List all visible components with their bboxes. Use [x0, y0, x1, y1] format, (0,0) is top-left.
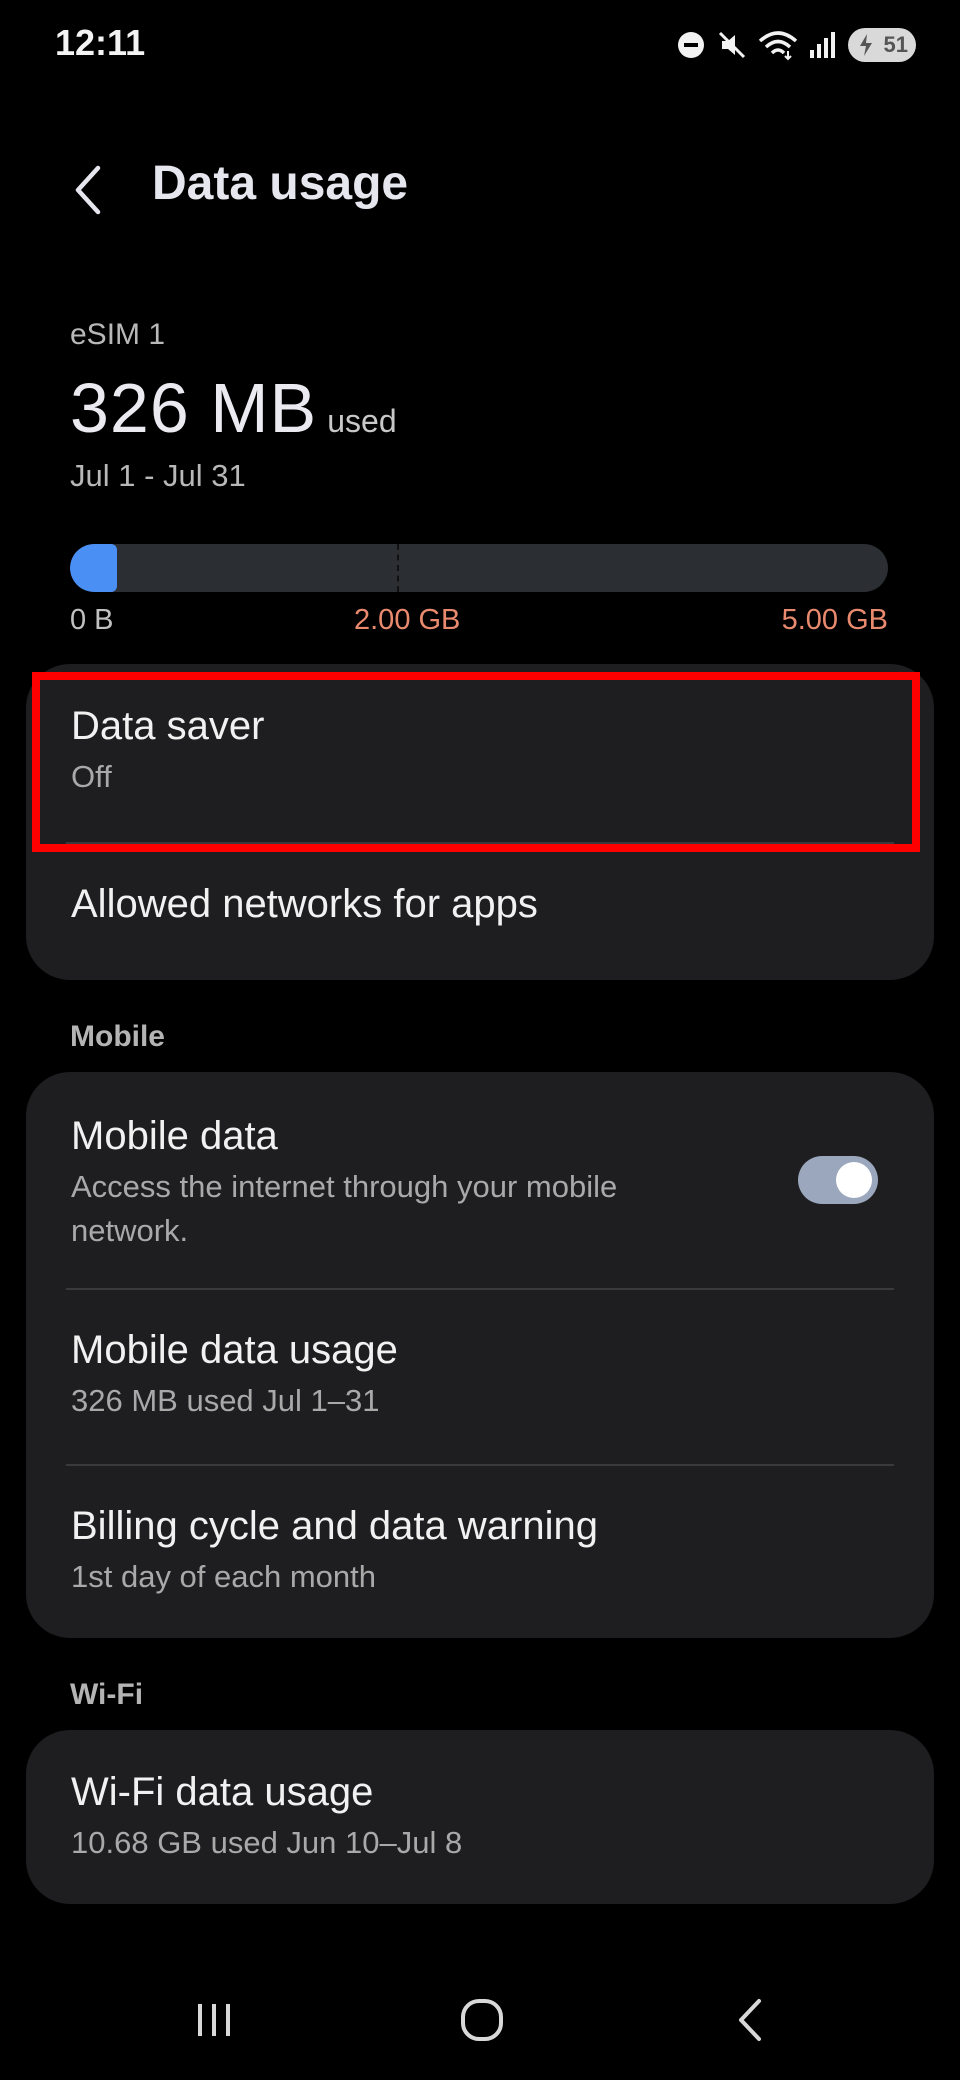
signal-icon [808, 30, 838, 60]
usage-progress-bar [70, 544, 888, 592]
back-icon [739, 1999, 761, 2041]
billing-period: Jul 1 - Jul 31 [70, 458, 246, 493]
app-header: Data usage [0, 140, 960, 240]
navigation-bar [0, 1960, 960, 2080]
status-bar: 12:11 51 [0, 0, 960, 90]
mobile-data-usage-subtitle: 326 MB used Jul 1–31 [71, 1383, 380, 1418]
used-row: 326 MB used [70, 368, 900, 448]
sim-label: eSIM 1 [70, 318, 166, 351]
allowed-networks-title: Allowed networks for apps [71, 882, 538, 926]
back-button[interactable] [62, 160, 112, 220]
page-title: Data usage [152, 157, 409, 210]
billing-cycle-subtitle: 1st day of each month [71, 1559, 377, 1594]
wifi-card: Wi-Fi data usage 10.68 GB used Jun 10–Ju… [26, 1730, 934, 1904]
status-time: 12:11 [55, 22, 146, 63]
used-suffix: used [327, 403, 397, 439]
allowed-networks-row[interactable]: Allowed networks for apps [26, 844, 934, 980]
wifi-data-usage-title: Wi-Fi data usage [71, 1770, 374, 1814]
recent-apps-icon [198, 2004, 230, 2036]
wifi-data-usage-row[interactable]: Wi-Fi data usage 10.68 GB used Jun 10–Ju… [26, 1730, 934, 1904]
mobile-card: Mobile data Access the internet through … [26, 1072, 934, 1638]
billing-cycle-row[interactable]: Billing cycle and data warning 1st day o… [26, 1466, 934, 1638]
data-saver-status: Off [71, 759, 112, 794]
recent-apps-button[interactable] [174, 1980, 254, 2060]
used-amount: 326 MB [70, 369, 318, 447]
usage-summary: eSIM 1 326 MB used Jul 1 - Jul 31 [70, 318, 900, 494]
data-saver-card: Data saver Off Allowed networks for apps [26, 664, 934, 980]
wifi-icon [758, 29, 798, 61]
data-saver-row[interactable]: Data saver Off [26, 664, 934, 844]
mobile-data-usage-row[interactable]: Mobile data usage 326 MB used Jul 1–31 [26, 1290, 934, 1466]
bar-label-min: 0 B [70, 604, 114, 636]
usage-bar-labels: 0 B 2.00 GB 5.00 GB [70, 604, 888, 644]
bar-label-warning: 2.00 GB [354, 604, 461, 636]
chevron-left-icon [75, 165, 101, 215]
mobile-data-row[interactable]: Mobile data Access the internet through … [26, 1072, 934, 1290]
home-icon [461, 1999, 503, 2041]
battery-icon: 51 [848, 28, 916, 62]
home-button[interactable] [442, 1980, 522, 2060]
do-not-disturb-icon [676, 30, 706, 60]
section-label-wifi: Wi-Fi [70, 1678, 144, 1711]
charging-bolt-icon [858, 34, 874, 56]
mobile-data-title: Mobile data [71, 1114, 278, 1158]
warning-limit-marker [397, 544, 400, 592]
wifi-data-usage-subtitle: 10.68 GB used Jun 10–Jul 8 [71, 1825, 463, 1860]
toggle-knob [836, 1162, 872, 1198]
section-label-mobile: Mobile [70, 1020, 165, 1053]
usage-progress-fill [70, 544, 118, 592]
billing-cycle-title: Billing cycle and data warning [71, 1504, 598, 1548]
status-icons: 51 [676, 24, 916, 66]
mobile-data-description: Access the internet through your mobile … [71, 1169, 618, 1248]
data-saver-title: Data saver [71, 704, 265, 748]
battery-level: 51 [883, 32, 908, 57]
mute-icon [716, 29, 748, 61]
bar-label-max: 5.00 GB [781, 604, 888, 636]
mobile-data-toggle[interactable] [798, 1156, 878, 1204]
nav-back-button[interactable] [710, 1980, 790, 2060]
mobile-data-usage-title: Mobile data usage [71, 1328, 398, 1372]
